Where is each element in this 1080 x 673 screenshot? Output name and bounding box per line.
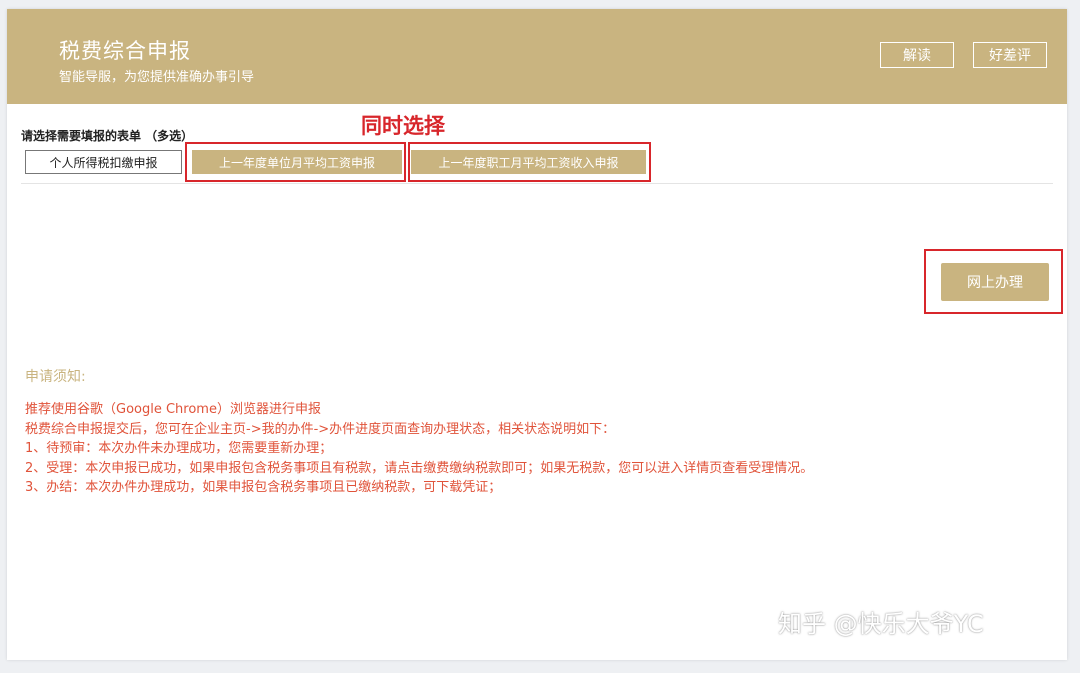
page-subtitle: 智能导服，为您提供准确办事引导 bbox=[59, 70, 255, 85]
notice-line: 税费综合申报提交后，您可在企业主页->我的办件->办件进度页面查询办理状态，相关… bbox=[25, 421, 616, 437]
page-header: 税费综合申报 智能导服，为您提供准确办事引导 解读 好差评 bbox=[7, 9, 1067, 104]
annotation-box-option-2 bbox=[185, 142, 406, 182]
main-card: 税费综合申报 智能导服，为您提供准确办事引导 解读 好差评 请选择需要填报的表单… bbox=[7, 9, 1067, 660]
notice-line: 2、受理：本次申报已成功，如果申报包含税务事项且有税款，请点击缴费缴纳税款即可；… bbox=[25, 460, 814, 476]
notice-title: 申请须知: bbox=[25, 369, 86, 385]
notice-line: 1、待预审：本次办件未办理成功，您需要重新办理； bbox=[25, 441, 333, 456]
form-select-label: 请选择需要填报的表单 （多选） bbox=[21, 129, 194, 143]
notice-body: 推荐使用谷歌（Google Chrome）浏览器进行申报 税费综合申报提交后，您… bbox=[25, 400, 813, 498]
annotation-box-online bbox=[924, 249, 1063, 314]
page-title: 税费综合申报 bbox=[59, 39, 191, 63]
option-personal-income-tax[interactable]: 个人所得税扣缴申报 bbox=[25, 150, 182, 174]
interpret-button[interactable]: 解读 bbox=[880, 42, 954, 68]
watermark: 知乎 @快乐大爷YC bbox=[778, 610, 984, 638]
annotation-text: 同时选择 bbox=[361, 114, 445, 138]
notice-line: 3、办结：本次办件办理成功，如果申报包含税务事项且已缴纳税款，可下载凭证； bbox=[25, 480, 502, 495]
notice-line: 推荐使用谷歌（Google Chrome）浏览器进行申报 bbox=[25, 402, 321, 417]
annotation-box-option-3 bbox=[408, 142, 651, 182]
rating-button[interactable]: 好差评 bbox=[973, 42, 1047, 68]
divider bbox=[21, 183, 1053, 184]
